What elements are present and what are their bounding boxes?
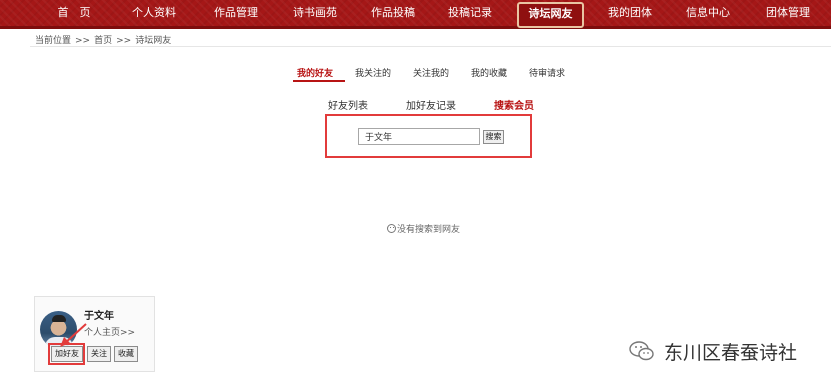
nav-item-submit-history[interactable]: 投稿记录 <box>442 0 498 26</box>
nav-item-profile[interactable]: 个人资料 <box>126 0 182 26</box>
smiley-icon <box>387 224 396 233</box>
search-button[interactable]: 搜索 <box>483 130 504 144</box>
tab-search-members[interactable]: 搜索会员 <box>494 97 534 112</box>
active-tab-underline <box>293 80 345 82</box>
breadcrumb-label: 当前位置 <box>35 36 72 46</box>
tab-add-friend-history[interactable]: 加好友记录 <box>406 97 456 112</box>
wechat-icon <box>629 341 654 361</box>
tab-my-friends[interactable]: 我的好友 <box>297 66 333 79</box>
breadcrumb-separator: >> <box>116 36 132 46</box>
nav-item-my-groups[interactable]: 我的团体 <box>602 0 658 26</box>
nav-item-home[interactable]: 首 页 <box>48 0 100 26</box>
follow-button[interactable]: 关注 <box>87 346 111 362</box>
breadcrumb-separator: >> <box>75 36 91 46</box>
tab-pending-requests[interactable]: 待审请求 <box>529 66 565 79</box>
tab-following[interactable]: 我关注的 <box>355 66 391 79</box>
user-homepage-link[interactable]: 个人主页>> <box>84 325 135 338</box>
breadcrumb-home-link[interactable]: 首页 <box>94 36 112 46</box>
breadcrumb-current: 诗坛网友 <box>135 36 172 46</box>
tab-followers[interactable]: 关注我的 <box>413 66 449 79</box>
annotation-arrow-icon <box>60 323 87 347</box>
tab-friend-list[interactable]: 好友列表 <box>328 97 368 112</box>
divider <box>30 46 831 47</box>
nav-item-info-center[interactable]: 信息中心 <box>680 0 736 26</box>
favorite-button[interactable]: 收藏 <box>114 346 138 362</box>
nav-item-works[interactable]: 作品管理 <box>208 0 264 26</box>
nav-item-gallery[interactable]: 诗书画苑 <box>287 0 343 26</box>
nav-item-group-admin[interactable]: 团体管理 <box>760 0 816 26</box>
no-result-text: 没有搜索到网友 <box>397 225 461 235</box>
user-name[interactable]: 于文年 <box>84 307 114 322</box>
tab-favorites[interactable]: 我的收藏 <box>471 66 507 79</box>
nav-item-submit[interactable]: 作品投稿 <box>365 0 421 26</box>
no-result-message: 没有搜索到网友 <box>387 222 460 235</box>
nav-item-poet-friends[interactable]: 诗坛网友 <box>517 2 584 28</box>
top-navigation-bar: 首 页 个人资料 作品管理 诗书画苑 作品投稿 投稿记录 诗坛网友 我的团体 信… <box>0 0 831 29</box>
breadcrumb: 当前位置 >> 首页 >> 诗坛网友 <box>35 33 175 46</box>
watermark-text: 东川区春蚕诗社 <box>664 342 798 364</box>
search-input[interactable] <box>358 128 480 145</box>
